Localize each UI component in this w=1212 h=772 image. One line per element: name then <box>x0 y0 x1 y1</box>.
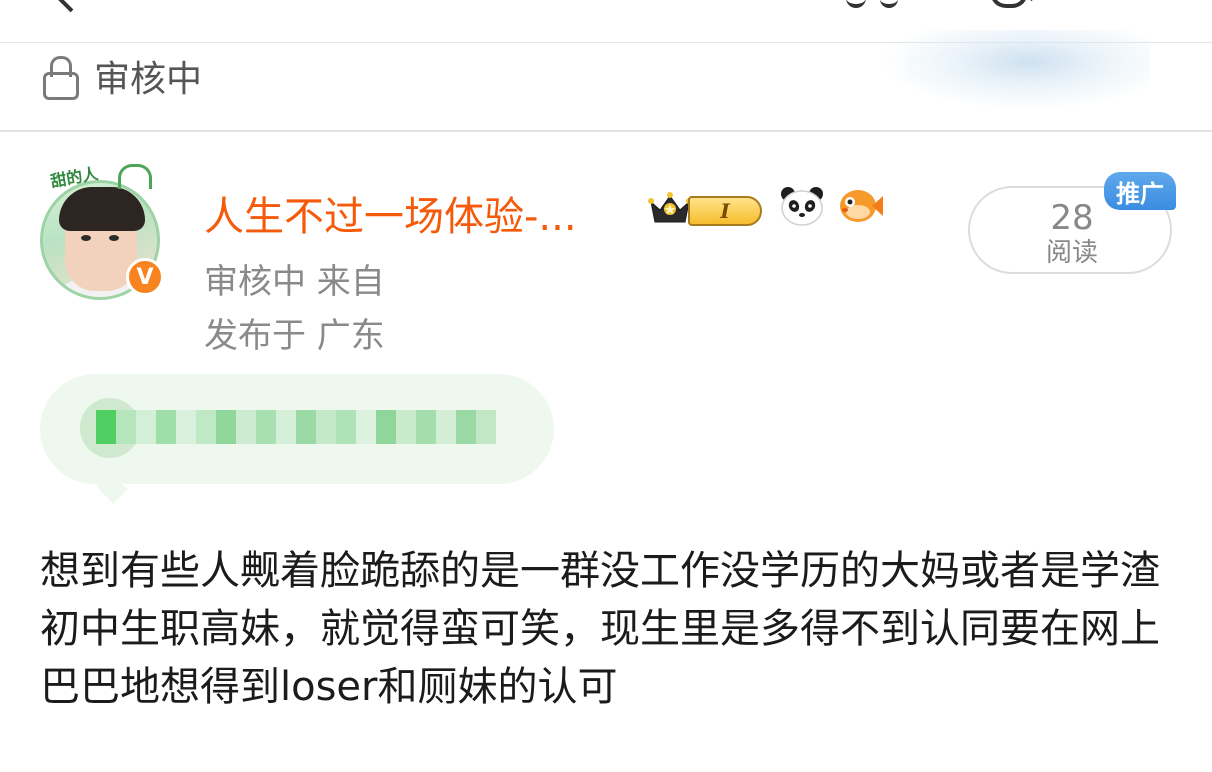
verified-badge: V <box>126 258 164 296</box>
review-status: 审核中 <box>40 52 202 100</box>
top-bar-icon[interactable] <box>880 0 898 8</box>
post-meta-source: 审核中 来自 <box>204 262 385 302</box>
lock-icon <box>40 54 80 100</box>
avatar-frame-decoration <box>118 164 152 189</box>
crown-icon <box>648 192 692 223</box>
divider <box>0 130 1212 132</box>
panda-icon[interactable] <box>778 184 826 228</box>
avatar[interactable]: 甜的人 V <box>40 164 164 300</box>
level-label: I <box>688 196 762 226</box>
post-content: 想到有些人觍着脸跪舔的是一群没工作没学历的大妈或者是学渣初中生职高妹，就觉得蛮可… <box>40 548 1160 710</box>
post-meta-location: 发布于 广东 <box>204 316 385 356</box>
author-name[interactable]: 人生不过一场体验-... <box>204 184 577 242</box>
back-icon[interactable] <box>53 0 91 13</box>
member-level-badge[interactable]: I <box>648 186 766 228</box>
status-label: 审核中 <box>94 59 203 100</box>
promote-tag[interactable]: 推广 <box>1104 172 1176 210</box>
redacted-content <box>40 374 554 484</box>
top-bar-icon[interactable] <box>846 0 866 8</box>
pufferfish-icon[interactable] <box>836 184 884 228</box>
top-bar <box>0 0 1212 43</box>
read-label: 阅读 <box>1045 238 1098 268</box>
search-icon[interactable] <box>990 0 1028 8</box>
